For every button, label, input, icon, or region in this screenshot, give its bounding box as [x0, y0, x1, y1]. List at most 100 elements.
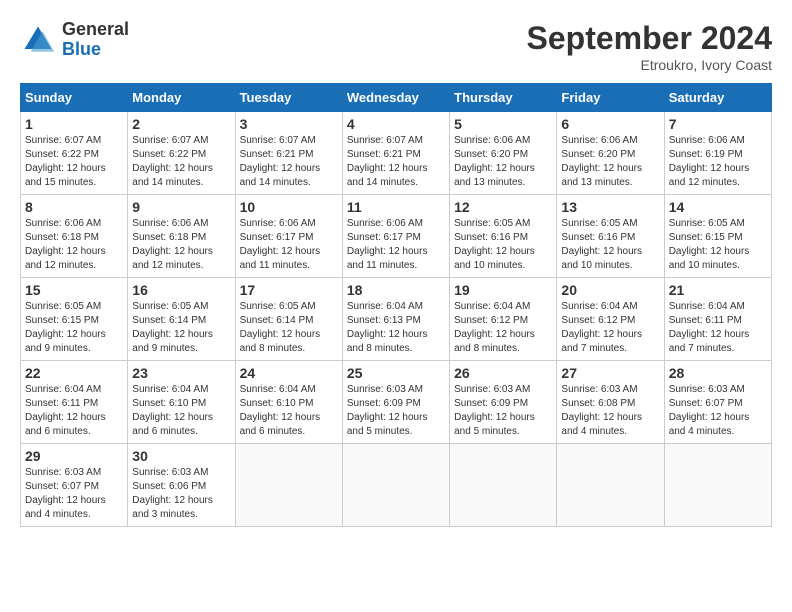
sunrise-label: Sunrise: 6:05 AM: [454, 218, 530, 229]
table-row: 7 Sunrise: 6:06 AM Sunset: 6:19 PM Dayli…: [664, 112, 771, 195]
sunrise-label: Sunrise: 6:04 AM: [454, 301, 530, 312]
sunset-label: Sunset: 6:07 PM: [25, 481, 99, 492]
table-row: 17 Sunrise: 6:05 AM Sunset: 6:14 PM Dayl…: [235, 278, 342, 361]
daylight-minutes: and 14 minutes.: [347, 177, 418, 188]
daylight-label: Daylight: 12 hours: [454, 163, 535, 174]
day-number: 1: [25, 116, 123, 132]
sunrise-label: Sunrise: 6:07 AM: [240, 135, 316, 146]
logo-text: General Blue: [62, 20, 129, 60]
sunset-label: Sunset: 6:06 PM: [132, 481, 206, 492]
table-row: 23 Sunrise: 6:04 AM Sunset: 6:10 PM Dayl…: [128, 361, 235, 444]
sunset-label: Sunset: 6:11 PM: [669, 315, 742, 326]
table-row: 14 Sunrise: 6:05 AM Sunset: 6:15 PM Dayl…: [664, 195, 771, 278]
day-info: Sunrise: 6:06 AM Sunset: 6:18 PM Dayligh…: [132, 217, 230, 273]
day-info: Sunrise: 6:05 AM Sunset: 6:15 PM Dayligh…: [25, 300, 123, 356]
day-info: Sunrise: 6:05 AM Sunset: 6:14 PM Dayligh…: [132, 300, 230, 356]
day-info: Sunrise: 6:04 AM Sunset: 6:10 PM Dayligh…: [132, 383, 230, 439]
col-tuesday: Tuesday: [235, 84, 342, 112]
day-info: Sunrise: 6:06 AM Sunset: 6:17 PM Dayligh…: [240, 217, 338, 273]
col-friday: Friday: [557, 84, 664, 112]
sunset-label: Sunset: 6:17 PM: [240, 232, 314, 243]
sunset-label: Sunset: 6:16 PM: [454, 232, 528, 243]
sunset-label: Sunset: 6:18 PM: [132, 232, 206, 243]
daylight-minutes: and 8 minutes.: [240, 343, 306, 354]
sunset-label: Sunset: 6:17 PM: [347, 232, 421, 243]
day-info: Sunrise: 6:04 AM Sunset: 6:10 PM Dayligh…: [240, 383, 338, 439]
day-number: 14: [669, 199, 767, 215]
sunrise-label: Sunrise: 6:06 AM: [669, 135, 745, 146]
daylight-minutes: and 10 minutes.: [454, 260, 525, 271]
sunrise-label: Sunrise: 6:03 AM: [669, 384, 745, 395]
day-info: Sunrise: 6:04 AM Sunset: 6:12 PM Dayligh…: [561, 300, 659, 356]
sunset-label: Sunset: 6:19 PM: [669, 149, 743, 160]
day-number: 16: [132, 282, 230, 298]
daylight-label: Daylight: 12 hours: [25, 495, 106, 506]
sunrise-label: Sunrise: 6:05 AM: [240, 301, 316, 312]
day-info: Sunrise: 6:05 AM Sunset: 6:16 PM Dayligh…: [454, 217, 552, 273]
daylight-label: Daylight: 12 hours: [240, 329, 321, 340]
day-info: Sunrise: 6:03 AM Sunset: 6:06 PM Dayligh…: [132, 466, 230, 522]
day-info: Sunrise: 6:04 AM Sunset: 6:13 PM Dayligh…: [347, 300, 445, 356]
daylight-minutes: and 6 minutes.: [25, 426, 91, 437]
day-info: Sunrise: 6:05 AM Sunset: 6:14 PM Dayligh…: [240, 300, 338, 356]
sunrise-label: Sunrise: 6:07 AM: [25, 135, 101, 146]
day-info: Sunrise: 6:06 AM Sunset: 6:17 PM Dayligh…: [347, 217, 445, 273]
table-row: 6 Sunrise: 6:06 AM Sunset: 6:20 PM Dayli…: [557, 112, 664, 195]
table-row: [557, 444, 664, 527]
table-row: 16 Sunrise: 6:05 AM Sunset: 6:14 PM Dayl…: [128, 278, 235, 361]
daylight-label: Daylight: 12 hours: [347, 329, 428, 340]
daylight-label: Daylight: 12 hours: [454, 246, 535, 257]
day-number: 6: [561, 116, 659, 132]
daylight-minutes: and 6 minutes.: [132, 426, 198, 437]
sunset-label: Sunset: 6:16 PM: [561, 232, 635, 243]
sunset-label: Sunset: 6:22 PM: [132, 149, 206, 160]
daylight-minutes: and 10 minutes.: [669, 260, 740, 271]
calendar-row: 1 Sunrise: 6:07 AM Sunset: 6:22 PM Dayli…: [21, 112, 772, 195]
sunset-label: Sunset: 6:11 PM: [25, 398, 98, 409]
sunset-label: Sunset: 6:07 PM: [669, 398, 743, 409]
calendar-row: 29 Sunrise: 6:03 AM Sunset: 6:07 PM Dayl…: [21, 444, 772, 527]
sunset-label: Sunset: 6:21 PM: [347, 149, 421, 160]
day-number: 2: [132, 116, 230, 132]
table-row: [342, 444, 449, 527]
col-monday: Monday: [128, 84, 235, 112]
table-row: 18 Sunrise: 6:04 AM Sunset: 6:13 PM Dayl…: [342, 278, 449, 361]
day-number: 15: [25, 282, 123, 298]
daylight-label: Daylight: 12 hours: [561, 329, 642, 340]
daylight-label: Daylight: 12 hours: [240, 246, 321, 257]
day-info: Sunrise: 6:03 AM Sunset: 6:07 PM Dayligh…: [669, 383, 767, 439]
sunset-label: Sunset: 6:20 PM: [454, 149, 528, 160]
daylight-minutes: and 13 minutes.: [454, 177, 525, 188]
day-number: 26: [454, 365, 552, 381]
day-info: Sunrise: 6:03 AM Sunset: 6:08 PM Dayligh…: [561, 383, 659, 439]
day-info: Sunrise: 6:06 AM Sunset: 6:19 PM Dayligh…: [669, 134, 767, 190]
table-row: 9 Sunrise: 6:06 AM Sunset: 6:18 PM Dayli…: [128, 195, 235, 278]
calendar-row: 8 Sunrise: 6:06 AM Sunset: 6:18 PM Dayli…: [21, 195, 772, 278]
daylight-minutes: and 9 minutes.: [25, 343, 91, 354]
daylight-minutes: and 4 minutes.: [25, 509, 91, 520]
daylight-minutes: and 7 minutes.: [669, 343, 735, 354]
day-info: Sunrise: 6:04 AM Sunset: 6:11 PM Dayligh…: [25, 383, 123, 439]
day-number: 18: [347, 282, 445, 298]
table-row: 3 Sunrise: 6:07 AM Sunset: 6:21 PM Dayli…: [235, 112, 342, 195]
table-row: 4 Sunrise: 6:07 AM Sunset: 6:21 PM Dayli…: [342, 112, 449, 195]
sunrise-label: Sunrise: 6:05 AM: [669, 218, 745, 229]
sunrise-label: Sunrise: 6:03 AM: [132, 467, 208, 478]
day-info: Sunrise: 6:03 AM Sunset: 6:09 PM Dayligh…: [347, 383, 445, 439]
sunset-label: Sunset: 6:18 PM: [25, 232, 99, 243]
col-sunday: Sunday: [21, 84, 128, 112]
daylight-minutes: and 7 minutes.: [561, 343, 627, 354]
day-info: Sunrise: 6:05 AM Sunset: 6:16 PM Dayligh…: [561, 217, 659, 273]
sunrise-label: Sunrise: 6:03 AM: [561, 384, 637, 395]
sunrise-label: Sunrise: 6:04 AM: [240, 384, 316, 395]
daylight-minutes: and 9 minutes.: [132, 343, 198, 354]
day-number: 27: [561, 365, 659, 381]
daylight-minutes: and 13 minutes.: [561, 177, 632, 188]
table-row: 25 Sunrise: 6:03 AM Sunset: 6:09 PM Dayl…: [342, 361, 449, 444]
day-info: Sunrise: 6:04 AM Sunset: 6:12 PM Dayligh…: [454, 300, 552, 356]
calendar-header: Sunday Monday Tuesday Wednesday Thursday…: [21, 84, 772, 112]
sunrise-label: Sunrise: 6:05 AM: [25, 301, 101, 312]
day-number: 30: [132, 448, 230, 464]
day-number: 11: [347, 199, 445, 215]
sunrise-label: Sunrise: 6:04 AM: [669, 301, 745, 312]
